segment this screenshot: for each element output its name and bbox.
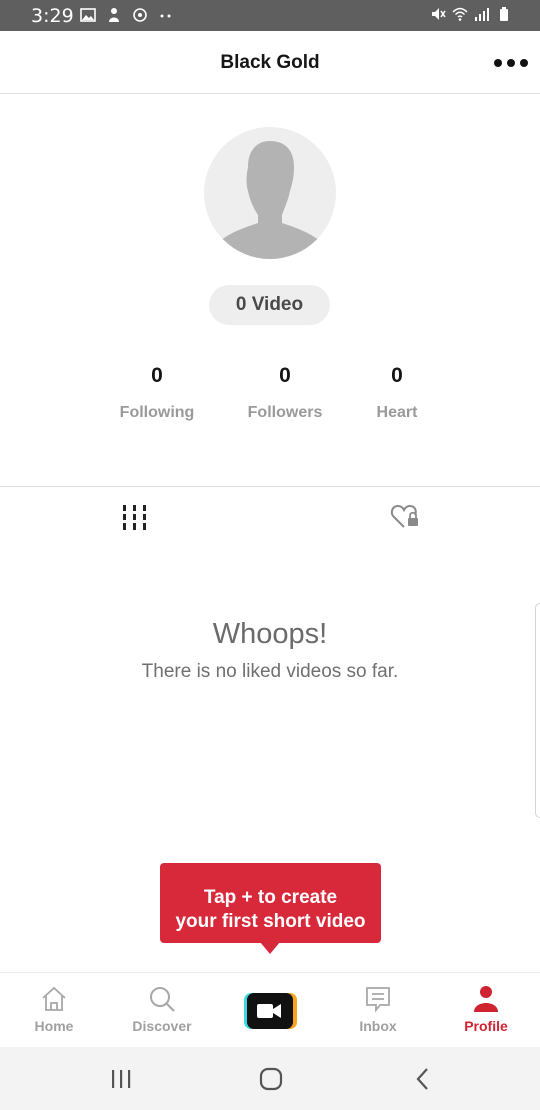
edge-panel-handle[interactable] <box>535 603 540 818</box>
status-right-icons <box>430 6 512 22</box>
create-video-button[interactable] <box>243 993 297 1029</box>
nav-discover[interactable]: Discover <box>108 973 216 1048</box>
tooltip-line-1: Tap + to create <box>203 887 338 908</box>
sync-icon <box>133 8 147 22</box>
tab-liked[interactable] <box>390 503 422 531</box>
heart-count: 0 <box>391 364 403 387</box>
video-camera-icon <box>244 993 297 1029</box>
followers-count: 0 <box>279 364 291 387</box>
nav-profile-label: Profile <box>464 1018 508 1034</box>
create-tooltip[interactable]: Tap + to create your first short video <box>160 863 381 943</box>
system-nav-bar <box>0 1047 540 1110</box>
more-horizontal-icon <box>520 59 528 67</box>
nav-profile[interactable]: Profile <box>432 973 540 1048</box>
heart-lock-icon <box>390 504 418 528</box>
back-button[interactable] <box>410 1067 436 1091</box>
message-icon <box>366 987 390 1013</box>
nav-home-label: Home <box>34 1018 74 1034</box>
grid-bars-icon <box>123 505 146 530</box>
stat-followers[interactable]: 0 Followers <box>240 364 330 422</box>
following-count: 0 <box>151 364 163 387</box>
tooltip-line-2: your first short video <box>175 911 366 932</box>
status-left-icons <box>80 7 174 23</box>
heart-label: Heart <box>376 404 418 421</box>
tooltip-arrow <box>260 942 280 954</box>
avatar[interactable] <box>204 127 336 259</box>
person-upload-icon <box>109 8 119 22</box>
followers-label: Followers <box>247 404 323 421</box>
status-time: 3:29 <box>31 5 74 27</box>
battery-icon <box>500 7 508 21</box>
page-title: Black Gold <box>220 52 320 73</box>
more-options-button[interactable] <box>494 51 528 75</box>
mute-icon <box>432 8 446 20</box>
more-dots-icon <box>160 14 171 18</box>
signal-icon <box>475 8 489 21</box>
default-avatar-icon <box>214 141 326 259</box>
following-label: Following <box>119 404 195 421</box>
wifi-icon <box>452 7 468 21</box>
home-icon <box>42 986 66 1011</box>
nav-discover-label: Discover <box>132 1018 192 1034</box>
stat-heart[interactable]: 0 Heart <box>357 364 437 422</box>
recent-apps-button[interactable] <box>108 1067 134 1091</box>
nav-inbox-label: Inbox <box>359 1018 397 1034</box>
person-icon <box>474 986 498 1012</box>
header: Black Gold <box>0 31 540 94</box>
empty-state-title: Whoops! <box>212 618 328 650</box>
more-horizontal-icon <box>494 59 502 67</box>
nav-home[interactable]: Home <box>0 973 108 1048</box>
image-icon <box>80 8 96 22</box>
divider <box>0 486 540 487</box>
bottom-nav: Home Discover Inbox Profile <box>0 972 540 1047</box>
nav-inbox[interactable]: Inbox <box>324 973 432 1048</box>
search-icon <box>150 987 175 1012</box>
video-count-pill[interactable]: 0 Video <box>209 285 330 325</box>
tab-videos[interactable] <box>120 503 150 533</box>
stat-following[interactable]: 0 Following <box>112 364 202 422</box>
more-horizontal-icon <box>507 59 515 67</box>
status-bar: 3:29 <box>0 0 540 31</box>
empty-state-message: There is no liked videos so far. <box>141 661 399 682</box>
home-button[interactable] <box>258 1067 284 1091</box>
